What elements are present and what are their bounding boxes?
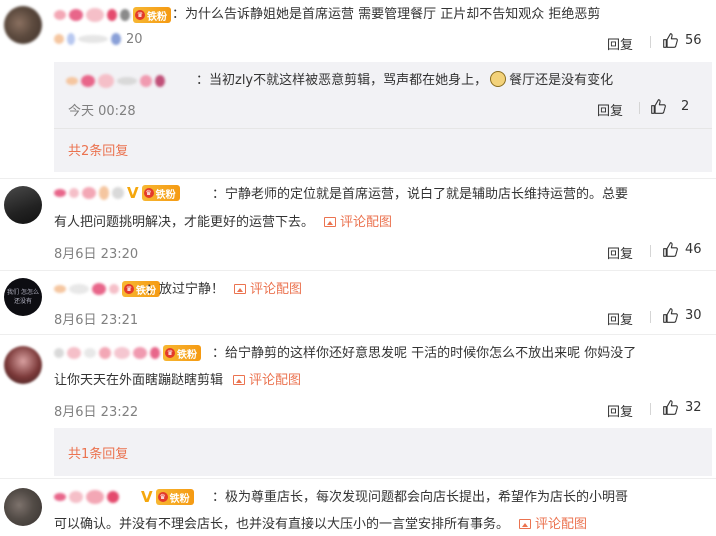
comment-image-link[interactable]: 评论配图 [234, 282, 302, 297]
comment-text: ：放过宁静！ 评论配图 [146, 282, 303, 297]
comment-image-link[interactable]: 评论配图 [233, 373, 301, 388]
like-count: 56 [685, 33, 702, 48]
username[interactable]: V ♛ 铁粉 [54, 488, 194, 506]
comment-text: ：极为尊重店长，每次发现问题都会向店长提出，希望作为店长的小明哥 [212, 490, 629, 505]
like-count: 30 [685, 308, 702, 323]
avatar[interactable] [4, 346, 42, 384]
fan-badge: ♛ 铁粉 [163, 345, 201, 361]
divider [650, 36, 651, 48]
image-icon [324, 217, 337, 227]
verified-icon: V [127, 184, 139, 202]
like-button[interactable]: 46 [662, 241, 702, 258]
comment-text: ：为什么告诉静姐她是首席运营 需要管理餐厅 正片却不告知观众 拒绝恶剪 [172, 7, 601, 22]
divider [0, 178, 716, 179]
image-icon [233, 375, 246, 385]
timestamp: 8月6日 23:21 [54, 313, 139, 328]
username[interactable]: ♛ 铁粉 [54, 344, 201, 362]
more-replies-link[interactable]: 共1条回复 [68, 443, 128, 462]
divider [639, 102, 640, 114]
reply-button[interactable]: 回复 [607, 401, 633, 420]
image-icon [519, 519, 532, 529]
divider [650, 245, 651, 257]
emoji-icon [490, 71, 507, 87]
reply-text: ：当初zly不就这样被恶意剪辑，骂声都在她身上， 餐厅还是没有变化 [196, 71, 614, 88]
username[interactable]: V ♛ 铁粉 [54, 184, 180, 202]
like-button[interactable]: 30 [662, 307, 702, 324]
divider [0, 478, 716, 479]
reply-button[interactable]: 回复 [607, 309, 633, 328]
avatar[interactable]: 我们 怎怎么 还没有 [4, 278, 42, 316]
username[interactable] [66, 72, 165, 90]
reply-button[interactable]: 回复 [597, 100, 623, 119]
thumbs-up-icon [651, 99, 666, 114]
verified-icon: V [141, 488, 153, 506]
timestamp: 20 [126, 32, 143, 47]
image-icon [234, 284, 247, 294]
fan-badge: ♛ 铁粉 [133, 7, 171, 23]
comment-image-link[interactable]: 评论配图 [324, 215, 392, 230]
comment-text: ：宁静老师的定位就是首席运营，说白了就是辅助店长维持运营的。总要 [212, 187, 629, 202]
avatar[interactable] [4, 488, 42, 526]
like-count: 32 [685, 400, 702, 415]
divider [0, 334, 716, 335]
comment-text: ：给宁静剪的这样你还好意思发呢 干活的时候你怎么不放出来呢 你妈没了 [212, 346, 637, 361]
like-button[interactable]: 56 [662, 32, 702, 49]
blurred-time [54, 30, 121, 48]
reply-button[interactable]: 回复 [607, 34, 633, 53]
like-button[interactable]: 2 [650, 98, 689, 115]
divider [650, 403, 651, 415]
divider [650, 311, 651, 323]
comment-image-link[interactable]: 评论配图 [519, 517, 587, 532]
comment-text: 可以确认。并没有不理会店长，也并没有直接以大压小的一言堂安排所有事务。 评论配图 [54, 517, 588, 532]
username[interactable]: ♛ 铁粉 [54, 6, 171, 24]
like-count: 2 [681, 99, 690, 114]
avatar[interactable] [4, 186, 42, 224]
timestamp: 今天 00:28 [68, 104, 136, 119]
thumbs-up-icon [663, 33, 678, 48]
comment-text: 有人把问题挑明解决，才能更好的运营下去。 评论配图 [54, 215, 393, 230]
thumbs-up-icon [663, 242, 678, 257]
more-replies-link[interactable]: 共2条回复 [68, 140, 128, 159]
fan-badge: ♛ 铁粉 [155, 489, 194, 505]
reply-thread [54, 428, 712, 476]
like-button[interactable]: 32 [662, 399, 702, 416]
fan-badge: ♛ 铁粉 [141, 185, 180, 201]
thumbs-up-icon [663, 400, 678, 415]
timestamp: 8月6日 23:20 [54, 247, 139, 262]
divider [54, 128, 712, 129]
username[interactable]: ♛ 铁粉 [54, 280, 160, 298]
comment-text: 让你天天在外面瞎蹦跶瞎剪辑 评论配图 [54, 373, 302, 388]
thumbs-up-icon [663, 308, 678, 323]
avatar[interactable] [4, 6, 42, 44]
divider [0, 270, 716, 271]
timestamp: 8月6日 23:22 [54, 405, 139, 420]
like-count: 46 [685, 242, 702, 257]
reply-button[interactable]: 回复 [607, 243, 633, 262]
